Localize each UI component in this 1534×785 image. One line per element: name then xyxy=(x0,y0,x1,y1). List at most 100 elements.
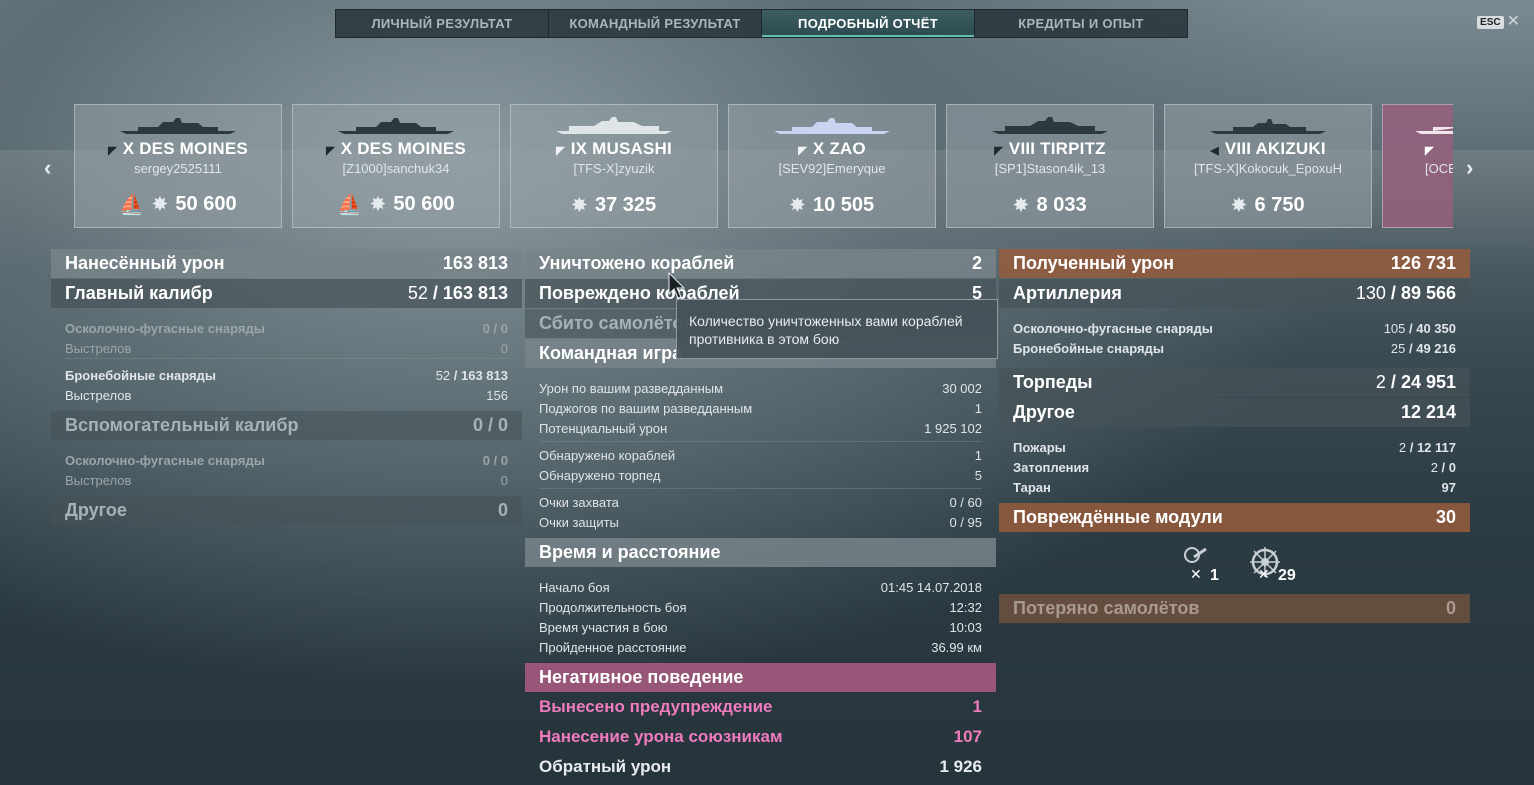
damage-burst-icon: ✸ xyxy=(789,195,805,215)
ship-card[interactable]: ◤ IX MUSASHI [TFS-X]zyuzik ✸ 37 325 xyxy=(510,104,718,228)
team-row: Потенциальный урон 1 925 102 xyxy=(539,420,982,436)
results-tabs: ЛИЧНЫЙ РЕЗУЛЬТАТ КОМАНДНЫЙ РЕЗУЛЬТАТ ПОД… xyxy=(335,9,1188,38)
shots-row: Выстрелов 0 xyxy=(65,340,508,356)
player-name: [OCE xyxy=(1425,161,1453,176)
team-damage-row: Нанесение урона союзникам 107 xyxy=(539,727,982,746)
tab-credits-xp[interactable]: КРЕДИТЫ И ОПЫТ xyxy=(975,10,1187,37)
carousel-next-arrow-icon[interactable]: › xyxy=(1466,155,1473,181)
cruiser-class-icon: ◤ xyxy=(798,145,807,157)
damage-burst-icon: ✸ xyxy=(1013,195,1029,215)
battleship-class-icon: ◤ xyxy=(556,145,565,157)
damage-burst-icon: ✸ xyxy=(1231,195,1247,215)
destroyed-x-icon: ✕ xyxy=(1190,566,1202,582)
damage-received-panel: Полученный урон 126 731 Артиллерия 130 / … xyxy=(999,249,1470,532)
steering-module: ✕ 29 xyxy=(1248,545,1296,585)
he-shells-row: Осколочно-фугасные снаряды 0 / 0 xyxy=(65,452,508,468)
ship-sunk-icon: ⛵ xyxy=(119,194,145,216)
damage-burst-icon: ✸ xyxy=(370,194,386,214)
floods-row: Затопления 2 / 0 xyxy=(1013,459,1456,475)
ship-carousel: ◤ X DES MOINES sergey2525111 ⛵ ✸ 50 600 ◤ X … xyxy=(74,104,1453,228)
tab-team[interactable]: КОМАНДНЫЙ РЕЗУЛЬТАТ xyxy=(549,10,762,37)
ship-name: ◤ X ZAO xyxy=(798,139,866,158)
ship-name: ◀ VIII AKIZUKI xyxy=(1210,139,1326,158)
ship-score: ✸ 8 033 xyxy=(1013,194,1087,216)
ap-shells-row: Бронебойные снаряды 52 / 163 813 xyxy=(65,367,508,383)
ship-score: ✸ 10 505 xyxy=(789,194,875,216)
damage-dealt-panel: Нанесённый урон 163 813 Главный калибр 5… xyxy=(51,249,522,525)
ship-silhouette-icon xyxy=(992,117,1108,134)
battleship-class-icon: ◤ xyxy=(994,145,1003,157)
ap-received-row: Бронебойные снаряды 25 / 49 216 xyxy=(1013,340,1456,356)
damage-burst-icon: ✸ xyxy=(571,195,587,215)
close-icon: ✕ xyxy=(1506,13,1520,30)
cruiser-class-icon: ◤ xyxy=(1425,145,1434,157)
ship-silhouette-icon xyxy=(338,118,454,134)
ship-card[interactable]: ◀ VIII AKIZUKI [TFS-X]Kokocuk_EpoxuH ✸ 6 7… xyxy=(1164,104,1372,228)
ship-silhouette-icon xyxy=(120,118,236,134)
damage-burst-icon: ✸ xyxy=(152,194,168,214)
player-name: [SEV92]Emeryque xyxy=(778,161,886,176)
time-row: Пройденное расстояние 36.99 км xyxy=(539,639,982,655)
mouse-cursor-icon xyxy=(668,272,686,299)
ship-card[interactable]: ◤ X ZAO [SEV92]Emeryque ✸ 10 505 xyxy=(728,104,936,228)
fires-row: Пожары 2 / 12 117 xyxy=(1013,439,1456,455)
shots-row: Выстрелов 0 xyxy=(65,472,508,488)
player-name: [Z1000]sanchuk34 xyxy=(342,161,450,176)
team-row: Очки захвата 0 / 60 xyxy=(539,494,982,510)
ship-score: ✸ 6 750 xyxy=(1231,194,1305,216)
ship-silhouette-icon xyxy=(1210,119,1326,134)
he-shells-row: Осколочно-фугасные снаряды 0 / 0 xyxy=(65,320,508,336)
destroyed-x-icon: ✕ xyxy=(1258,566,1270,582)
ship-score: ✸ 37 325 xyxy=(571,194,657,216)
time-row: Время участия в бою 10:03 xyxy=(539,619,982,635)
reverse-damage-row: Обратный урон 1 926 xyxy=(539,757,982,776)
artillery-row: Артиллерия 130 / 89 566 xyxy=(999,279,1470,308)
ship-name: ◤ IX MUSASHI xyxy=(556,139,672,158)
destroyer-class-icon: ◀ xyxy=(1210,145,1219,157)
tab-personal[interactable]: ЛИЧНЫЙ РЕЗУЛЬТАТ xyxy=(336,10,549,37)
ship-card[interactable]: ◤ X DES MOINES [Z1000]sanchuk34 ⛵ ✸ 50 600 xyxy=(292,104,500,228)
cruiser-class-icon: ◤ xyxy=(326,145,335,157)
damage-received-header: Полученный урон 126 731 xyxy=(999,249,1470,278)
ship-score: ⛵ ✸ 50 600 xyxy=(119,193,237,216)
ship-sunk-icon: ⛵ xyxy=(337,194,363,216)
carousel-prev-arrow-icon[interactable]: ‹ xyxy=(44,155,51,181)
ship-silhouette-icon xyxy=(556,117,672,134)
he-received-row: Осколочно-фугасные снаряды 105 / 40 350 xyxy=(1013,320,1456,336)
ship-card[interactable]: ◤ X DES MOINES sergey2525111 ⛵ ✸ 50 600 xyxy=(74,104,282,228)
team-row: Обнаружено кораблей 1 xyxy=(539,447,982,463)
planes-lost-panel: Потеряно самолётов 0 xyxy=(999,594,1470,623)
negative-behavior-header: Негативное поведение xyxy=(525,663,996,692)
team-row: Очки защиты 0 / 95 xyxy=(539,514,982,530)
ram-row: Таран 97 xyxy=(1013,479,1456,495)
damaged-modules-icons: ✕ 1 ✕ 29 xyxy=(1180,545,1296,585)
cruiser-class-icon: ◤ xyxy=(108,145,117,157)
time-row: Начало боя 01:45 14.07.2018 xyxy=(539,579,982,595)
ship-card[interactable]: ◤ VIII TIRPITZ [SP1]Stason4ik_13 ✸ 8 033 xyxy=(946,104,1154,228)
ships-destroyed-tooltip: Количество уничтоженных вами кораблей пр… xyxy=(676,299,998,359)
player-name: [TFS-X]zyuzik xyxy=(573,161,655,176)
torpedoes-row: Торпеды 2 / 24 951 xyxy=(999,368,1470,397)
planes-lost-row: Потеряно самолётов 0 xyxy=(999,594,1470,623)
main-battery-row: Главный калибр 52 / 163 813 xyxy=(51,279,522,308)
damage-dealt-header: Нанесённый урон 163 813 xyxy=(51,249,522,278)
ship-name: ◤ X DES MOINES xyxy=(108,139,248,158)
ship-name: ◤ X DES MOINES xyxy=(326,139,466,158)
tab-detailed-report[interactable]: ПОДРОБНЫЙ ОТЧЁТ xyxy=(762,10,975,37)
team-row: Обнаружено торпед 5 xyxy=(539,467,982,483)
player-name: [SP1]Stason4ik_13 xyxy=(994,161,1106,176)
ship-card-partial[interactable]: ◤ [OCE xyxy=(1382,104,1453,228)
ship-silhouette-icon xyxy=(774,118,890,134)
ships-destroyed-row[interactable]: Уничтожено кораблей 2 xyxy=(525,249,996,278)
damaged-modules-header: Повреждённые модули 30 xyxy=(999,503,1470,532)
other-damage-row: Другое 0 xyxy=(51,496,522,525)
ship-score: ⛵ ✸ 50 600 xyxy=(337,193,455,216)
ship-silhouette-icon xyxy=(1415,127,1453,134)
esc-key-label: ESC xyxy=(1477,15,1504,29)
time-distance-header: Время и расстояние xyxy=(525,538,996,567)
team-row: Поджогов по вашим разведданным 1 xyxy=(539,400,982,416)
esc-close-button[interactable]: ESC ✕ xyxy=(1477,14,1520,30)
secondary-battery-row: Вспомогательный калибр 0 / 0 xyxy=(51,411,522,440)
team-row: Урон по вашим разведданным 30 002 xyxy=(539,380,982,396)
other-received-row: Другое 12 214 xyxy=(999,398,1470,427)
